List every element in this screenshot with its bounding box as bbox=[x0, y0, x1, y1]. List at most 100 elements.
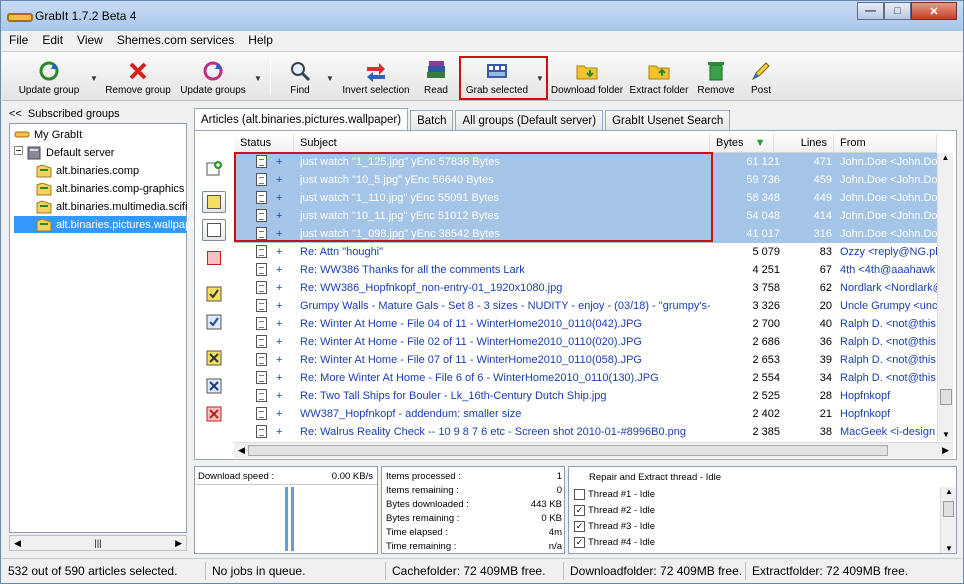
collapse-box-icon[interactable] bbox=[14, 145, 24, 160]
column-subject[interactable]: Subject bbox=[294, 134, 710, 153]
menu-view[interactable]: View bbox=[70, 33, 110, 47]
post-button[interactable]: Post bbox=[744, 54, 778, 98]
table-row[interactable]: + Re: WW386_Hopfnkopf_non-entry-01_1920x1… bbox=[234, 279, 937, 297]
scroll-up-icon[interactable]: ▲ bbox=[945, 487, 953, 496]
threads-scroll-thumb[interactable] bbox=[943, 501, 954, 517]
table-row[interactable]: + Re: Winter At Home - File 07 of 11 - Wi… bbox=[234, 351, 937, 369]
tree-node-root[interactable]: My GrabIt bbox=[14, 126, 82, 143]
tab-articles[interactable]: Articles (alt.binaries.pictures.wallpape… bbox=[194, 108, 409, 130]
crossed-yellow-button[interactable] bbox=[202, 347, 226, 369]
grid-vertical-scrollbar[interactable]: ▲ ▼ bbox=[937, 153, 953, 441]
expand-plus-icon[interactable]: + bbox=[276, 351, 286, 369]
thread-checkbox[interactable]: ✓ bbox=[574, 505, 585, 516]
expand-plus-icon[interactable]: + bbox=[276, 279, 286, 297]
expand-plus-icon[interactable]: + bbox=[276, 387, 286, 405]
expand-plus-icon[interactable]: + bbox=[276, 243, 286, 261]
scroll-left-icon[interactable]: ◀ bbox=[238, 445, 245, 456]
scroll-down-icon[interactable]: ▼ bbox=[942, 430, 950, 439]
tree-node-group-selected[interactable]: alt.binaries.pictures.wallpaper bbox=[14, 216, 201, 233]
menu-shemes-services[interactable]: Shemes.com services bbox=[110, 33, 241, 47]
tab-usenet-search[interactable]: GrabIt Usenet Search bbox=[605, 110, 731, 130]
scroll-thumb-grip-icon[interactable]: ||| bbox=[94, 538, 101, 548]
table-row[interactable]: + Re: WW386 Thanks for all the comments L… bbox=[234, 261, 937, 279]
grabit-logo-icon bbox=[7, 11, 33, 22]
expand-plus-icon[interactable]: + bbox=[276, 423, 286, 441]
update-groups-dropdown-icon[interactable]: ▼ bbox=[254, 74, 262, 83]
thread-row[interactable]: ✓ Thread #2 - Idle bbox=[574, 503, 655, 518]
tree-node-group[interactable]: alt.binaries.comp bbox=[36, 162, 139, 179]
thread-checkbox[interactable] bbox=[574, 489, 585, 500]
table-row[interactable]: + Re: Attn "houghi" 5 079 83 Ozzy <reply@NG.… bbox=[234, 243, 937, 261]
download-folder-button[interactable]: Download folder bbox=[551, 54, 623, 98]
remove-group-button[interactable]: Remove group bbox=[102, 54, 174, 98]
expand-plus-icon[interactable]: + bbox=[276, 315, 286, 333]
table-row[interactable]: + Re: Winter At Home - File 02 of 11 - Wi… bbox=[234, 333, 937, 351]
newsgroup-icon bbox=[36, 163, 52, 178]
thread-checkbox[interactable]: ✓ bbox=[574, 521, 585, 532]
refresh-multiple-icon bbox=[202, 60, 224, 82]
crossed-blue-button[interactable] bbox=[202, 375, 226, 397]
thread-checkbox[interactable]: ✓ bbox=[574, 537, 585, 548]
scroll-right-icon[interactable]: ▶ bbox=[942, 445, 949, 456]
update-groups-button[interactable]: Update groups bbox=[178, 54, 248, 98]
vertical-scroll-thumb[interactable] bbox=[940, 389, 952, 405]
tree-node-server[interactable]: Default server bbox=[14, 144, 114, 161]
extract-folder-button[interactable]: Extract folder bbox=[628, 54, 690, 98]
threads-scrollbar[interactable]: ▲ ▼ bbox=[940, 487, 956, 553]
thread-row[interactable]: ✓ Thread #3 - Idle bbox=[574, 519, 655, 534]
article-lines: 414 bbox=[813, 210, 832, 222]
expand-plus-icon[interactable]: + bbox=[276, 261, 286, 279]
column-status[interactable]: Status bbox=[234, 134, 294, 153]
maximize-button[interactable]: □ bbox=[884, 2, 911, 20]
expand-plus-icon[interactable]: + bbox=[276, 297, 286, 315]
tab-all-groups[interactable]: All groups (Default server) bbox=[455, 110, 604, 130]
scroll-right-icon[interactable]: ▶ bbox=[175, 538, 182, 549]
table-row[interactable]: + Grumpy Walls - Mature Gals - Set 8 - 3 … bbox=[234, 297, 937, 315]
table-row[interactable]: + Re: Walrus Reality Check -- 10 9 8 7 6 … bbox=[234, 423, 937, 441]
column-lines[interactable]: Lines bbox=[774, 134, 834, 153]
menu-edit[interactable]: Edit bbox=[35, 33, 70, 47]
grid-horizontal-scrollbar[interactable]: ◀ ▶ bbox=[234, 442, 953, 458]
scroll-left-icon[interactable]: ◀ bbox=[14, 538, 21, 549]
thread-row[interactable]: Thread #1 - Idle bbox=[574, 487, 655, 502]
column-bytes[interactable]: Bytes ▼ bbox=[710, 134, 774, 153]
tree-horizontal-scrollbar[interactable]: ◀ ||| ▶ bbox=[9, 535, 187, 551]
crossed-red-button[interactable] bbox=[202, 403, 226, 425]
error-filter-button[interactable] bbox=[202, 247, 226, 269]
tree-node-group[interactable]: alt.binaries.multimedia.scifi bbox=[36, 198, 187, 215]
article-subject: WW387_Hopfnkopf - addendum: smaller size bbox=[300, 408, 522, 420]
checked-blue-button[interactable] bbox=[202, 311, 226, 333]
find-dropdown-icon[interactable]: ▼ bbox=[326, 74, 334, 83]
table-row[interactable]: + Re: More Winter At Home - File 6 of 6 -… bbox=[234, 369, 937, 387]
checked-yellow-button[interactable] bbox=[202, 283, 226, 305]
read-button[interactable]: Read bbox=[418, 54, 454, 98]
expand-plus-icon[interactable]: + bbox=[276, 369, 286, 387]
table-row[interactable]: + WW387_Hopfnkopf - addendum: smaller siz… bbox=[234, 405, 937, 423]
expand-plus-icon[interactable]: + bbox=[276, 333, 286, 351]
table-row[interactable]: + Re: Two Tall Ships for Bouler - Lk_16th… bbox=[234, 387, 937, 405]
unread-filter-button[interactable] bbox=[202, 191, 226, 213]
find-button[interactable]: Find bbox=[282, 54, 318, 98]
scroll-down-icon[interactable]: ▼ bbox=[945, 544, 953, 553]
remove-button[interactable]: Remove bbox=[696, 54, 736, 98]
article-subject: Re: Winter At Home - File 07 of 11 - Win… bbox=[300, 354, 642, 366]
close-button[interactable]: ✕ bbox=[911, 2, 957, 20]
expand-plus-icon[interactable]: + bbox=[276, 405, 286, 423]
add-filter-button[interactable] bbox=[202, 157, 226, 179]
thread-row[interactable]: ✓ Thread #4 - Idle bbox=[574, 535, 655, 550]
horizontal-scroll-thumb[interactable] bbox=[248, 445, 888, 456]
collapse-panel-button[interactable]: << bbox=[9, 108, 22, 120]
update-group-dropdown-icon[interactable]: ▼ bbox=[90, 74, 98, 83]
invert-selection-button[interactable]: Invert selection bbox=[340, 54, 412, 98]
scroll-up-icon[interactable]: ▲ bbox=[942, 153, 950, 162]
update-group-button[interactable]: Update group bbox=[12, 54, 86, 98]
column-from[interactable]: From bbox=[834, 134, 937, 153]
menu-file[interactable]: File bbox=[2, 33, 35, 47]
post-pencil-icon bbox=[750, 60, 772, 82]
tree-node-group[interactable]: alt.binaries.comp-graphics bbox=[36, 180, 184, 197]
minimize-button[interactable]: — bbox=[857, 2, 884, 20]
table-row[interactable]: + Re: Winter At Home - File 04 of 11 - Wi… bbox=[234, 315, 937, 333]
menu-help[interactable]: Help bbox=[241, 33, 280, 47]
read-filter-button[interactable] bbox=[202, 219, 226, 241]
tab-batch[interactable]: Batch bbox=[410, 110, 454, 130]
